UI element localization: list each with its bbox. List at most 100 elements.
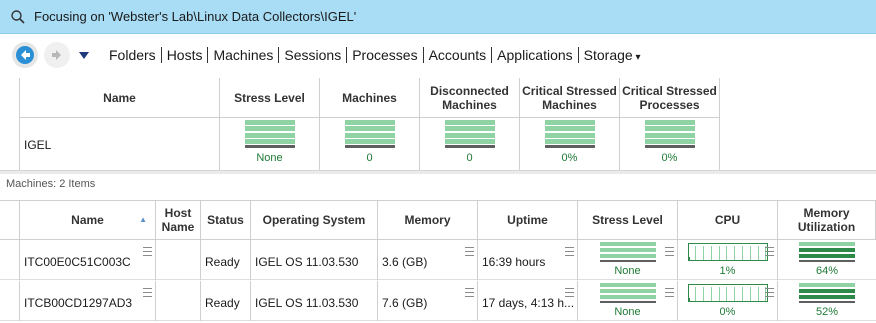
summary-header-critical-stressed-processes[interactable]: Critical Stressed Processes — [620, 78, 720, 118]
header-operating-system[interactable]: Operating System — [251, 200, 378, 240]
arrow-left-icon — [16, 46, 34, 64]
summary-cell-name[interactable]: IGEL — [20, 118, 220, 170]
panel-divider[interactable] — [0, 170, 876, 174]
column-menu-icon[interactable] — [765, 288, 774, 297]
cell-memory-text: 7.6 (GB) — [382, 296, 428, 310]
cell-memory[interactable]: 7.6 (GB) — [378, 281, 478, 321]
row-selector[interactable] — [0, 240, 20, 280]
cell-os-text: IGEL OS 11.03.530 — [255, 255, 359, 269]
cell-memory-utilization-value: 64% — [815, 265, 839, 277]
column-menu-icon[interactable] — [465, 288, 474, 297]
cell-name[interactable]: ITC00E0C51C003C — [20, 240, 156, 280]
cpu-usage-bar — [687, 243, 768, 261]
summary-stress-value: None — [256, 152, 283, 164]
cell-stress-value: None — [614, 306, 641, 318]
summary-cell-machines[interactable]: 0 — [320, 118, 420, 170]
header-name-label: Name — [71, 213, 104, 227]
nav-link-processes[interactable]: Processes — [347, 47, 422, 63]
summary-critical-machines-value: 0% — [561, 152, 578, 164]
nav-link-sessions[interactable]: Sessions — [279, 47, 346, 63]
search-icon — [11, 9, 25, 24]
cpu-usage-fill — [688, 257, 690, 260]
stress-level-grid-icon — [599, 283, 656, 303]
header-memory-utilization[interactable]: Memory Utilization — [778, 200, 876, 240]
nav-link-folders[interactable]: Folders — [104, 47, 161, 63]
cell-stress-level[interactable]: None — [578, 240, 678, 280]
nav-link-accounts[interactable]: Accounts — [424, 47, 492, 63]
column-menu-icon[interactable] — [465, 247, 474, 256]
column-menu-icon[interactable] — [143, 288, 152, 297]
cell-operating-system[interactable]: IGEL OS 11.03.530 — [251, 281, 378, 321]
nav-link-machines[interactable]: Machines — [208, 47, 278, 63]
row-selector[interactable] — [0, 281, 20, 321]
stress-level-grid-icon — [244, 120, 295, 148]
column-menu-icon[interactable] — [665, 247, 674, 256]
summary-header-stress-level[interactable]: Stress Level — [220, 78, 320, 118]
memory-utilization-grid-icon — [799, 283, 855, 303]
cell-memory-utilization[interactable]: 64% — [778, 240, 876, 280]
navigation-bar: Folders Hosts Machines Sessions Processe… — [0, 34, 876, 76]
table-row[interactable]: ITC00E0C51C003C Ready IGEL OS 11.03.530 … — [0, 240, 876, 280]
stress-level-grid-icon — [599, 242, 656, 262]
nav-link-hosts[interactable]: Hosts — [162, 47, 208, 63]
history-dropdown[interactable] — [76, 47, 92, 63]
cell-stress-level[interactable]: None — [578, 281, 678, 321]
critical-machines-grid-icon — [544, 120, 595, 148]
summary-cell-stress-level[interactable]: None — [220, 118, 320, 170]
cell-status[interactable]: Ready — [201, 240, 251, 280]
critical-processes-grid-icon — [644, 120, 695, 148]
cell-status[interactable]: Ready — [201, 281, 251, 321]
forward-button[interactable] — [44, 42, 70, 68]
cell-operating-system[interactable]: IGEL OS 11.03.530 — [251, 240, 378, 280]
header-cpu[interactable]: CPU — [678, 200, 778, 240]
cell-cpu[interactable]: 0% — [678, 281, 778, 321]
column-menu-icon[interactable] — [565, 288, 574, 297]
back-button[interactable] — [12, 42, 38, 68]
summary-header-name[interactable]: Name — [20, 78, 220, 118]
sort-ascending-icon: ▲ — [139, 215, 147, 224]
cell-host-name[interactable] — [156, 281, 201, 321]
column-menu-icon[interactable] — [765, 247, 774, 256]
summary-critical-processes-value: 0% — [661, 152, 678, 164]
cell-host-name[interactable] — [156, 240, 201, 280]
summary-header-critical-stressed-machines[interactable]: Critical Stressed Machines — [520, 78, 620, 118]
nav-link-applications[interactable]: Applications — [492, 47, 578, 63]
cell-stress-value: None — [614, 265, 641, 277]
summary-machines-value: 0 — [366, 152, 373, 164]
column-menu-icon[interactable] — [143, 247, 152, 256]
cell-cpu-value: 0% — [719, 306, 736, 318]
nav-link-storage[interactable]: Storage — [579, 47, 646, 63]
column-menu-icon[interactable] — [665, 288, 674, 297]
summary-header-disconnected-machines[interactable]: Disconnected Machines — [420, 78, 520, 118]
header-name[interactable]: Name ▲ — [20, 200, 156, 240]
header-memory[interactable]: Memory — [378, 200, 478, 240]
cell-uptime[interactable]: 16:39 hours — [478, 240, 578, 280]
header-stress-level[interactable]: Stress Level — [578, 200, 678, 240]
cell-memory-utilization[interactable]: 52% — [778, 281, 876, 321]
machines-grid-icon — [344, 120, 395, 148]
column-menu-icon[interactable] — [565, 247, 574, 256]
header-uptime[interactable]: Uptime — [478, 200, 578, 240]
cell-status-text: Ready — [205, 255, 240, 269]
cell-name[interactable]: ITCB00CD1297AD3 — [20, 281, 156, 321]
summary-cell-critical-stressed-processes[interactable]: 0% — [620, 118, 720, 170]
summary-header-machines[interactable]: Machines — [320, 78, 420, 118]
cell-cpu[interactable]: 1% — [678, 240, 778, 280]
cell-uptime[interactable]: 17 days, 4:13 h... — [478, 281, 578, 321]
table-row[interactable]: ITCB00CD1297AD3 Ready IGEL OS 11.03.530 … — [0, 281, 876, 321]
summary-cell-critical-stressed-machines[interactable]: 0% — [520, 118, 620, 170]
cell-memory[interactable]: 3.6 (GB) — [378, 240, 478, 280]
summary-cell-disconnected-machines[interactable]: 0 — [420, 118, 520, 170]
cpu-usage-fill — [688, 298, 690, 301]
row-selector-column — [0, 78, 20, 170]
cpu-usage-bar — [687, 284, 768, 302]
machines-count: Machines: 2 Items — [6, 178, 96, 190]
cell-status-text: Ready — [205, 296, 240, 310]
chevron-down-icon — [79, 52, 89, 59]
header-host-name[interactable]: Host Name — [156, 200, 201, 240]
focus-text: Focusing on 'Webster's Lab\Linux Data Co… — [34, 9, 357, 24]
disconnected-grid-icon — [444, 120, 495, 148]
cell-name-text: ITC00E0C51C003C — [24, 255, 131, 269]
nav-links: Folders Hosts Machines Sessions Processe… — [104, 47, 646, 63]
header-status[interactable]: Status — [201, 200, 251, 240]
